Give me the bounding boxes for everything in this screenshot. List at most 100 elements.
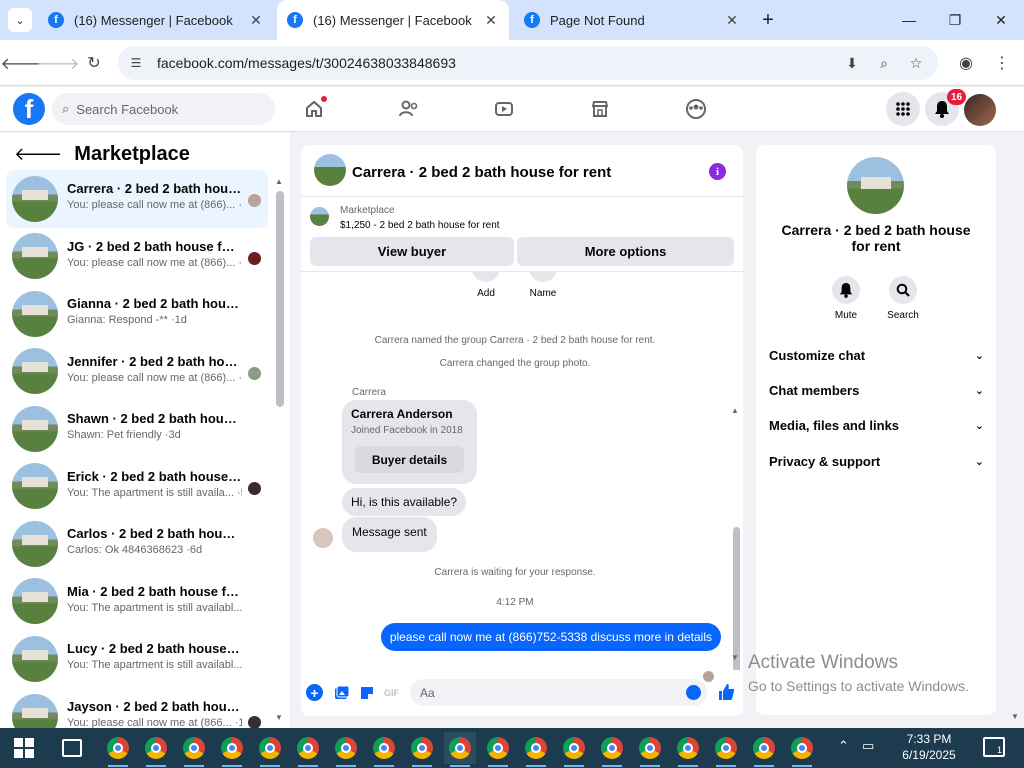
- listing-thumbnail[interactable]: [310, 207, 329, 226]
- chrome-taskbar-icon[interactable]: [520, 732, 552, 767]
- chrome-taskbar-icon[interactable]: [786, 732, 818, 767]
- tab-search-button[interactable]: ⌄: [8, 8, 32, 32]
- search-in-conversation-button[interactable]: Search: [873, 276, 933, 321]
- message-input[interactable]: Aa: [410, 679, 707, 706]
- install-app-icon[interactable]: ⬇: [842, 53, 862, 73]
- conversation-title[interactable]: Carrera · 2 bed 2 bath house for rent: [352, 164, 611, 181]
- minimize-button[interactable]: —: [886, 0, 932, 40]
- view-buyer-button[interactable]: View buyer: [310, 237, 514, 266]
- chrome-taskbar-icon[interactable]: [140, 732, 172, 767]
- tab-close-icon[interactable]: ✕: [248, 12, 264, 29]
- watch-icon[interactable]: [492, 97, 516, 121]
- action-center-icon[interactable]: 1: [983, 737, 1005, 757]
- mute-button[interactable]: Mute: [816, 276, 876, 321]
- gif-icon[interactable]: GIF: [383, 684, 400, 701]
- chrome-taskbar-icon[interactable]: [482, 732, 514, 767]
- thread-scrollbar[interactable]: [733, 527, 740, 670]
- chrome-taskbar-icon[interactable]: [444, 732, 476, 767]
- windows-start-icon[interactable]: [14, 738, 34, 758]
- chat-item[interactable]: Jayson · 2 bed 2 bath house f... You: ple…: [6, 688, 268, 728]
- zoom-icon[interactable]: ⌕: [874, 53, 894, 73]
- system-clock[interactable]: 7:33 PM 6/19/2025: [886, 731, 972, 763]
- customize-chat-section[interactable]: Customize chat ⌄: [769, 340, 984, 370]
- chrome-taskbar-icon[interactable]: [254, 732, 286, 767]
- listing-price[interactable]: $1,250 - 2 bed 2 bath house for rent: [340, 220, 500, 231]
- add-member-action[interactable]: Add: [466, 272, 506, 299]
- back-button[interactable]: 🡐: [1, 51, 44, 75]
- close-window-button[interactable]: ✕: [978, 0, 1024, 40]
- back-arrow-icon[interactable]: 🡐: [14, 144, 62, 165]
- chrome-taskbar-icon[interactable]: [216, 732, 248, 767]
- chrome-taskbar-icon[interactable]: [292, 732, 324, 767]
- omnibox[interactable]: ☰ facebook.com/messages/t/30024638033848…: [118, 46, 938, 80]
- forward-button[interactable]: 🡒: [37, 51, 80, 75]
- profile-icon[interactable]: ◉: [954, 51, 978, 75]
- chrome-taskbar-icon[interactable]: [672, 732, 704, 767]
- name-group-action[interactable]: Name: [523, 272, 563, 299]
- chrome-taskbar-icon[interactable]: [102, 732, 134, 767]
- chat-item[interactable]: Shawn · 2 bed 2 bath house for ... Shawn:…: [6, 400, 268, 458]
- chrome-taskbar-icon[interactable]: [368, 732, 400, 767]
- info-icon[interactable]: i: [709, 163, 726, 180]
- facebook-search-input[interactable]: ⌕ Search Facebook: [52, 93, 275, 125]
- chrome-taskbar-icon[interactable]: [558, 732, 590, 767]
- scroll-down-arrow-icon[interactable]: ▼: [731, 653, 739, 662]
- chrome-taskbar-icon[interactable]: [178, 732, 210, 767]
- page-scroll-down-arrow-icon[interactable]: ▼: [1011, 712, 1019, 721]
- media-files-links-section[interactable]: Media, files and links ⌄: [769, 410, 984, 440]
- show-hidden-icons-icon[interactable]: ⌃: [838, 738, 849, 754]
- home-icon[interactable]: [302, 96, 327, 121]
- chrome-taskbar-icon[interactable]: [406, 732, 438, 767]
- new-tab-button[interactable]: +: [756, 8, 780, 32]
- chrome-taskbar-icon[interactable]: [596, 732, 628, 767]
- buyer-details-button[interactable]: Buyer details: [355, 446, 464, 473]
- chat-members-section[interactable]: Chat members ⌄: [769, 375, 984, 405]
- bookmark-star-icon[interactable]: ☆: [906, 53, 926, 73]
- chat-item[interactable]: Jennifer · 2 bed 2 bath house ... You: pl…: [6, 343, 268, 401]
- incoming-message[interactable]: Message sent: [342, 517, 437, 552]
- group-photo[interactable]: [847, 157, 904, 214]
- tab-close-icon[interactable]: ✕: [724, 12, 740, 29]
- privacy-support-section[interactable]: Privacy & support ⌄: [769, 446, 984, 476]
- url-text[interactable]: facebook.com/messages/t/3002463803384869…: [157, 55, 456, 71]
- tab-page-not-found[interactable]: f Page Not Found ✕: [514, 0, 750, 40]
- site-info-icon[interactable]: ☰: [126, 53, 146, 73]
- tab-close-icon[interactable]: ✕: [483, 12, 499, 29]
- chrome-taskbar-icon[interactable]: [330, 732, 362, 767]
- tab-messenger-2[interactable]: f (16) Messenger | Facebook ✕: [277, 0, 509, 40]
- sender-avatar[interactable]: [313, 528, 333, 548]
- chrome-taskbar-icon[interactable]: [748, 732, 780, 767]
- reload-button[interactable]: ↻: [82, 51, 106, 75]
- chrome-taskbar-icon[interactable]: [634, 732, 666, 767]
- chat-list-scrollbar[interactable]: [276, 191, 284, 407]
- menu-grid-icon[interactable]: [886, 92, 920, 126]
- like-thumb-icon[interactable]: [717, 683, 735, 706]
- network-icon[interactable]: ▭: [862, 738, 874, 754]
- browser-menu-icon[interactable]: ⋮: [990, 51, 1014, 75]
- chat-item[interactable]: Erick · 2 bed 2 bath house for... You: Th…: [6, 458, 268, 516]
- emoji-icon[interactable]: [686, 685, 701, 700]
- facebook-logo-icon[interactable]: f: [13, 93, 45, 125]
- marketplace-icon[interactable]: [588, 97, 612, 121]
- plus-icon[interactable]: +: [306, 684, 323, 701]
- chat-item[interactable]: JG · 2 bed 2 bath house for re... You: pl…: [6, 228, 268, 286]
- task-view-icon[interactable]: [62, 739, 82, 757]
- conversation-avatar[interactable]: [314, 154, 346, 186]
- image-icon[interactable]: [333, 684, 350, 701]
- restore-button[interactable]: ❐: [932, 0, 978, 40]
- scroll-up-arrow-icon[interactable]: ▲: [275, 177, 283, 186]
- account-avatar[interactable]: [964, 94, 996, 126]
- chat-item[interactable]: Lucy · 2 bed 2 bath house for rent You: T…: [6, 630, 268, 688]
- sticker-icon[interactable]: [358, 684, 375, 701]
- chrome-taskbar-icon[interactable]: [710, 732, 742, 767]
- chat-item[interactable]: Carlos · 2 bed 2 bath house for ... Carlo…: [6, 515, 268, 573]
- groups-icon[interactable]: [684, 97, 708, 121]
- friends-icon[interactable]: [397, 97, 421, 121]
- incoming-message[interactable]: Hi, is this available?: [342, 488, 467, 516]
- scroll-down-arrow-icon[interactable]: ▼: [275, 713, 283, 722]
- chat-item[interactable]: Mia · 2 bed 2 bath house for rent You: Th…: [6, 573, 268, 631]
- more-options-button[interactable]: More options: [517, 237, 734, 266]
- chat-item[interactable]: Gianna · 2 bed 2 bath house for... Gianna…: [6, 285, 268, 343]
- chat-item[interactable]: Carrera · 2 bed 2 bath house ... You: ple…: [6, 170, 268, 228]
- tab-messenger-1[interactable]: f (16) Messenger | Facebook ✕: [38, 0, 274, 40]
